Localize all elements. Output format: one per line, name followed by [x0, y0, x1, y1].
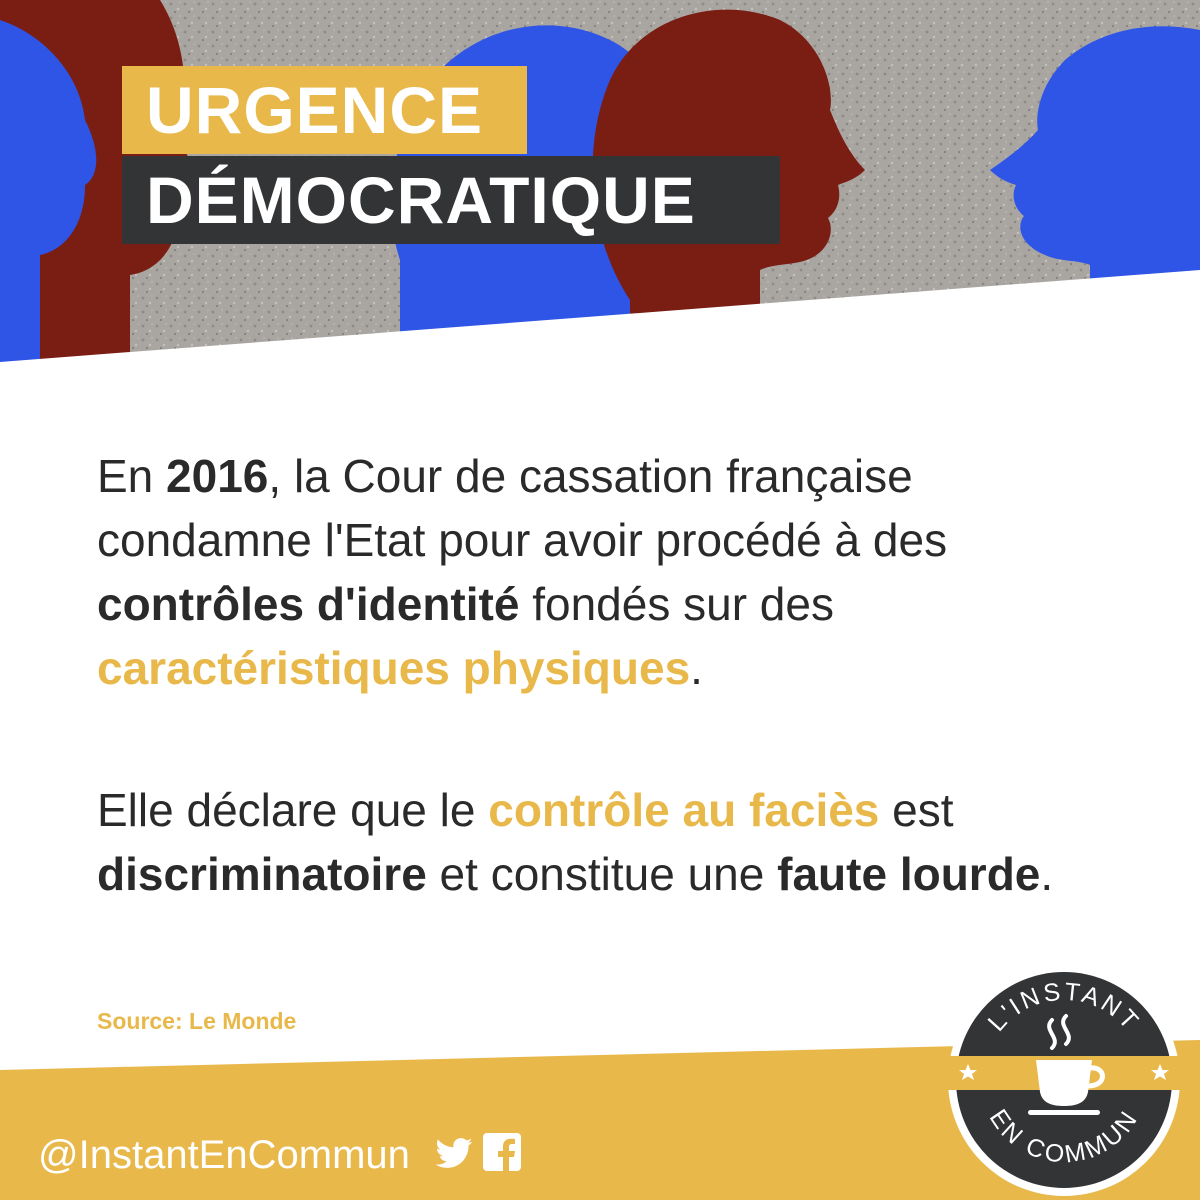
post-canvas: URGENCE DÉMOCRATIQUE En 2016, la Cour de…	[0, 0, 1200, 1200]
source-citation: Source: Le Monde	[97, 1008, 297, 1034]
para1-text-1: En	[97, 450, 167, 502]
para1-period: .	[690, 642, 703, 694]
para2-text-2: est	[879, 784, 954, 836]
para1-highlight-characteristics: caractéristiques physiques	[97, 642, 691, 694]
para2-text-3: et constitue une	[426, 848, 778, 900]
social-handle[interactable]: @InstantEnCommun	[38, 1125, 410, 1185]
title-line-1: URGENCE	[122, 66, 527, 154]
para2-period: .	[1040, 848, 1054, 900]
facebook-icon[interactable]	[482, 1132, 522, 1172]
twitter-icon[interactable]	[432, 1134, 476, 1174]
para1-year: 2016	[166, 450, 269, 502]
title-line-2: DÉMOCRATIQUE	[122, 156, 780, 244]
para2-emphasis-fault: faute lourde	[777, 848, 1041, 900]
para1-text-3: fondés sur des	[519, 578, 834, 630]
para2-text-1: Elle déclare que le	[97, 784, 489, 836]
para1-emphasis-controls: contrôles d'identité	[97, 578, 520, 630]
instant-en-commun-logo: L'INSTANT EN COMMUN	[944, 964, 1184, 1196]
paragraph-2: Elle déclare que le contrôle au faciès e…	[97, 778, 1097, 906]
paragraph-1: En 2016, la Cour de cassation française …	[97, 444, 1097, 700]
para2-emphasis-discriminatory: discriminatoire	[97, 848, 427, 900]
para2-highlight-facies: contrôle au faciès	[488, 784, 880, 836]
